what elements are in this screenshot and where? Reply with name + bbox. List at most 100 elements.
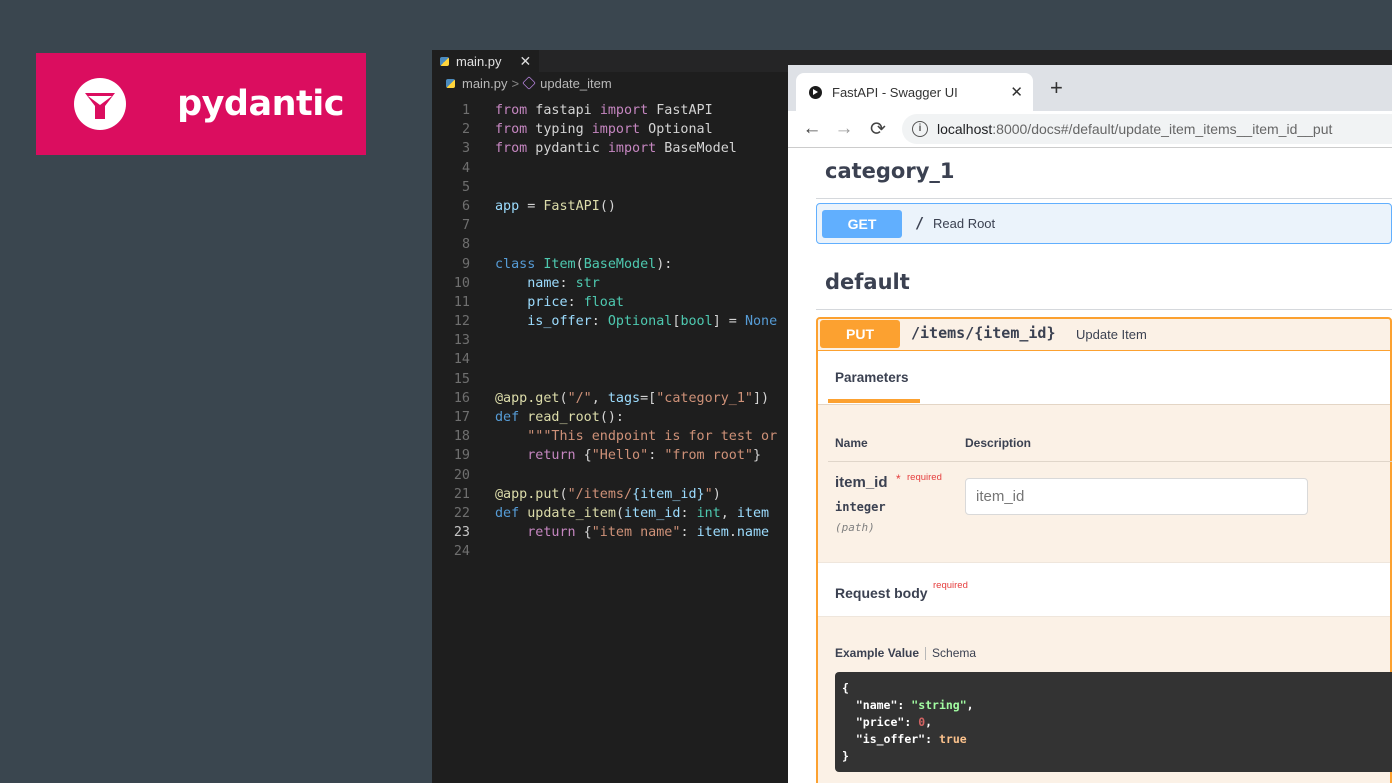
line-number: 21 (453, 486, 470, 502)
code-line[interactable]: 2 from typing import Optional (432, 120, 777, 139)
code-token: ) (712, 486, 721, 502)
example-token (842, 698, 856, 712)
code-token: import (599, 103, 649, 118)
code-token: ] = (712, 314, 745, 330)
code-line[interactable]: 19 return {"Hello": "from root"} (432, 446, 777, 465)
browser-tab-bar: FastAPI - Swagger UI ✕ + (788, 65, 1392, 111)
method-badge-put: PUT (820, 320, 900, 348)
code-token: name (527, 275, 560, 291)
close-icon[interactable]: ✕ (1010, 83, 1023, 101)
operation-path: /items/{item_id} (911, 324, 1056, 342)
code-text: """This endpoint is for test or (470, 427, 777, 446)
code-token: typing (527, 122, 592, 138)
code-token: Item (543, 256, 576, 272)
editor-tab-main-py[interactable]: main.py ✕ (432, 50, 540, 72)
code-token: Optional (607, 314, 673, 330)
operation-get-root[interactable]: GET / Read Root (816, 203, 1392, 244)
browser-tab-swagger[interactable]: FastAPI - Swagger UI ✕ (796, 73, 1033, 111)
table-header-divider (828, 461, 1392, 462)
code-line[interactable]: 5 (432, 178, 777, 197)
code-line[interactable]: 23 return {"item name": item.name (432, 523, 777, 542)
code-token: "item name" (591, 525, 681, 541)
example-line: "price": 0, (842, 714, 1392, 731)
code-text: def update_item(item_id: int, item (470, 504, 769, 523)
url-path: :8000/docs#/default/update_item_items__i… (992, 121, 1333, 137)
code-line[interactable]: 12 is_offer: Optional[bool] = None (432, 312, 777, 331)
code-token: def (495, 410, 520, 425)
section-title-default[interactable]: default (825, 270, 910, 294)
code-line[interactable]: 1 from fastapi import FastAPI (432, 101, 777, 120)
code-token: bool (680, 314, 713, 330)
code-line[interactable]: 21 @app.put("/items/{item_id}") (432, 485, 777, 504)
code-token: "category_1" (656, 390, 753, 406)
code-line[interactable]: 3 from pydantic import BaseModel (432, 139, 777, 158)
code-token: import (607, 141, 657, 157)
section-title-category-1[interactable]: category_1 (825, 159, 955, 183)
code-line[interactable]: 6 app = FastAPI() (432, 197, 777, 216)
code-token: : (648, 448, 665, 464)
info-icon[interactable]: i (912, 121, 928, 137)
operation-path: / (915, 214, 925, 232)
code-token: FastAPI (543, 198, 600, 214)
example-token: , (925, 715, 933, 729)
pydantic-logo: pydantic (36, 53, 366, 155)
code-line[interactable]: 15 (432, 370, 777, 389)
code-text: @app.get("/", tags=["category_1"]) (470, 389, 769, 408)
code-line[interactable]: 18 """This endpoint is for test or (432, 427, 777, 446)
param-name: item_id (835, 474, 888, 491)
code-token: return (527, 525, 576, 541)
required-star: * (896, 472, 901, 486)
code-text: is_offer: Optional[bool] = None (470, 312, 777, 331)
item-id-input[interactable] (965, 478, 1308, 515)
new-tab-button[interactable]: + (1050, 75, 1063, 101)
code-text: from typing import Optional (470, 120, 713, 139)
code-line[interactable]: 20 (432, 466, 777, 485)
code-line[interactable]: 13 (432, 331, 777, 350)
code-line[interactable]: 8 (432, 235, 777, 254)
code-line[interactable]: 4 (432, 159, 777, 178)
breadcrumb-symbol[interactable]: update_item (540, 76, 612, 91)
example-token: : (897, 698, 912, 712)
example-token: : (925, 732, 939, 746)
breadcrumb-file[interactable]: main.py (462, 76, 508, 91)
code-line[interactable]: 11 price: float (432, 293, 777, 312)
code-token: : (559, 275, 576, 291)
code-token: ( (559, 486, 568, 502)
back-button[interactable]: ← (802, 118, 822, 140)
code-token: str (575, 275, 600, 291)
example-token (842, 732, 856, 746)
code-line[interactable]: 7 (432, 216, 777, 235)
tab-parameters[interactable]: Parameters (835, 370, 909, 385)
code-line[interactable]: 9 class Item(BaseModel): (432, 255, 777, 274)
close-icon[interactable]: ✕ (520, 53, 532, 70)
code-text: from pydantic import BaseModel (470, 139, 737, 158)
tab-example-value[interactable]: Example Value (835, 646, 919, 660)
line-number: 7 (461, 218, 470, 234)
code-line[interactable]: 24 (432, 542, 777, 561)
code-text: return {"Hello": "from root"} (470, 446, 761, 465)
line-number: 15 (453, 371, 470, 387)
forward-button[interactable]: → (834, 118, 854, 140)
code-token: . (728, 525, 737, 541)
example-token (842, 715, 856, 729)
code-line[interactable]: 10 name: str (432, 274, 777, 293)
code-line[interactable]: 16 @app.get("/", tags=["category_1"]) (432, 389, 777, 408)
reload-button[interactable]: ⟳ (868, 118, 888, 141)
tab-schema[interactable]: Schema (932, 646, 976, 660)
code-area[interactable]: 1 from fastapi import FastAPI 2 from typing… (432, 101, 777, 562)
request-body-label: Request body (835, 585, 928, 601)
code-line[interactable]: 17 def read_root(): (432, 408, 777, 427)
code-token: price (527, 294, 568, 310)
example-token: } (842, 749, 849, 763)
line-number: 11 (453, 294, 470, 310)
code-line[interactable]: 14 (432, 350, 777, 369)
operation-summary: Read Root (933, 216, 996, 231)
operation-header[interactable]: PUT /items/{item_id} Update Item (818, 319, 1390, 351)
code-line[interactable]: 22 def update_item(item_id: int, item (432, 504, 777, 523)
url-input[interactable]: i localhost:8000/docs#/default/update_it… (902, 114, 1392, 144)
